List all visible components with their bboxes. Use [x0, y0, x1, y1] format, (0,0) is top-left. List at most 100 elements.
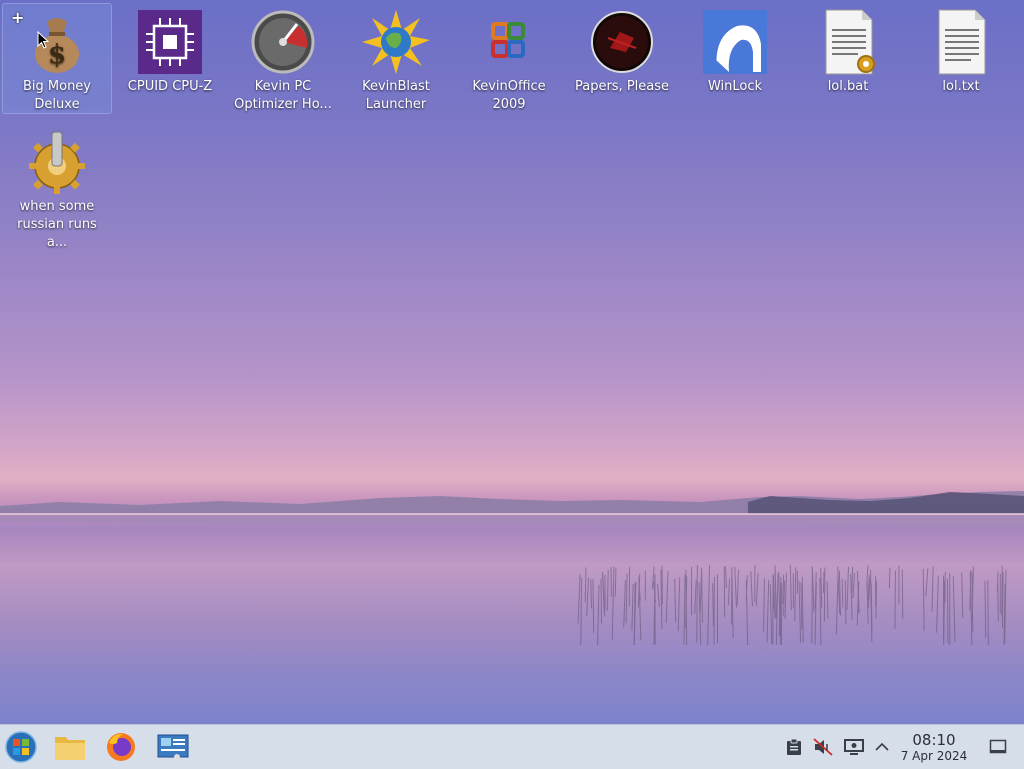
reed-stroke [708, 565, 710, 645]
desktop-icon-label: Kevin PC Optimizer Ho... [229, 78, 337, 114]
reed-stroke [587, 577, 589, 616]
desktop-icon-label: Big Money Deluxe [3, 78, 111, 114]
reed-stroke [585, 567, 586, 602]
reed-stroke [601, 579, 602, 624]
office-logo-icon [473, 8, 545, 76]
taskbar-file-manager[interactable] [52, 729, 88, 765]
reed-stroke [923, 569, 924, 631]
reed-stroke [658, 584, 660, 607]
reed-stroke [845, 580, 846, 624]
start-orb-icon [5, 731, 37, 763]
reed-stroke [926, 568, 928, 596]
reed-stroke [853, 573, 855, 598]
reed-stroke [871, 583, 872, 633]
reed-stroke [937, 576, 939, 633]
desktop-icon-label: KevinBlast Launcher [342, 78, 450, 114]
tray-clipboard[interactable] [782, 735, 806, 759]
desktop-icon-kevin-pc-optimizer[interactable]: Kevin PC Optimizer Ho... [229, 4, 337, 114]
desktop-icon-label: Papers, Please [568, 78, 676, 96]
reed-stroke [1002, 572, 1003, 629]
desktop-icon-papers-please[interactable]: Papers, Please [568, 4, 676, 96]
reed-stroke [836, 575, 838, 635]
tray-display[interactable] [842, 735, 866, 759]
tray-volume[interactable] [811, 735, 835, 759]
reed-stroke [895, 570, 896, 628]
reed-stroke [624, 580, 626, 627]
reed-stroke [823, 571, 824, 592]
reed-stroke [801, 583, 802, 630]
clock[interactable]: 08:10 7 Apr 2024 [894, 731, 974, 764]
reed-stroke [612, 567, 614, 640]
reed-stroke [785, 573, 786, 619]
reed-stroke [953, 576, 955, 641]
reed-stroke [713, 583, 714, 626]
system-settings-icon [157, 733, 189, 761]
desktop-icon-kevinblast-launcher[interactable]: KevinBlast Launcher [342, 4, 450, 114]
reed-stroke [1005, 570, 1006, 644]
chevron-up-icon [875, 742, 889, 752]
reed-stroke [607, 570, 608, 611]
start-menu-button[interactable] [3, 729, 39, 765]
desktop-icon-when-some-russian[interactable]: when some russian runs a... [3, 124, 111, 252]
desktop-icon-lol-txt[interactable]: lol.txt [907, 4, 1015, 96]
reed-stroke [812, 567, 813, 644]
reed-stroke [902, 570, 903, 620]
wallpaper-reeds [560, 535, 1024, 645]
reed-stroke [847, 567, 848, 610]
reed-stroke [725, 566, 726, 588]
reed-stroke [767, 580, 769, 642]
reed-stroke [962, 573, 963, 618]
reed-stroke [735, 567, 737, 608]
desktop-icon-label: WinLock [681, 78, 789, 96]
reed-stroke [790, 565, 791, 610]
papers-please-icon [586, 8, 658, 76]
mouse-cursor-icon [37, 31, 49, 49]
reed-stroke [615, 568, 616, 597]
reed-stroke [632, 584, 633, 631]
desktop-icon-label: when some russian runs a... [3, 198, 111, 252]
desktop-icon-label: lol.txt [907, 78, 1015, 96]
svg-text:$: $ [48, 40, 66, 70]
desktop-icon-label: lol.bat [794, 78, 902, 96]
taskbar-firefox[interactable] [103, 729, 139, 765]
money-bag-icon: $ [21, 8, 93, 76]
reed-stroke [876, 581, 877, 619]
show-desktop-button[interactable] [986, 735, 1010, 759]
reed-stroke [827, 581, 828, 619]
desktop-icon-cpu-z[interactable]: CPUID CPU-Z [116, 4, 224, 96]
tray-expand[interactable] [870, 735, 894, 759]
desktop-icon-winlock[interactable]: WinLock [681, 4, 789, 96]
reed-stroke [751, 571, 753, 606]
reed-stroke [746, 575, 747, 600]
desktop-wallpaper[interactable]: + $ Big Money Deluxe [0, 0, 1024, 724]
taskbar-system-settings[interactable] [155, 729, 191, 765]
desktop-icon-big-money-deluxe[interactable]: + $ Big Money Deluxe [2, 3, 112, 114]
reed-stroke [764, 578, 765, 631]
reed-stroke [889, 568, 890, 589]
taskbar: 08:10 7 Apr 2024 [0, 724, 1024, 769]
gear-icon [21, 128, 93, 196]
reed-stroke [737, 570, 738, 605]
reed-stroke [867, 580, 868, 623]
reed-stroke [852, 567, 853, 593]
winlock-icon [699, 8, 771, 76]
desktop-icon-label: CPUID CPU-Z [116, 78, 224, 96]
reed-stroke [678, 577, 680, 631]
clock-time: 08:10 [894, 731, 974, 749]
reed-stroke [578, 574, 580, 623]
desktop-icon-kevinoffice-2009[interactable]: KevinOffice 2009 [455, 4, 563, 114]
reed-stroke [593, 579, 594, 633]
reed-stroke [985, 581, 986, 638]
reed-stroke [684, 574, 685, 645]
cpu-chip-icon [134, 8, 206, 76]
reed-stroke [675, 579, 676, 623]
reed-stroke [799, 581, 801, 643]
reed-stroke [597, 585, 599, 645]
reed-stroke [626, 573, 627, 623]
reed-stroke [581, 577, 582, 645]
reed-stroke [695, 580, 696, 614]
reed-stroke [770, 584, 771, 644]
reed-stroke [867, 565, 868, 585]
desktop-icon-lol-bat[interactable]: lol.bat [794, 4, 902, 96]
starburst-globe-icon [360, 8, 432, 76]
